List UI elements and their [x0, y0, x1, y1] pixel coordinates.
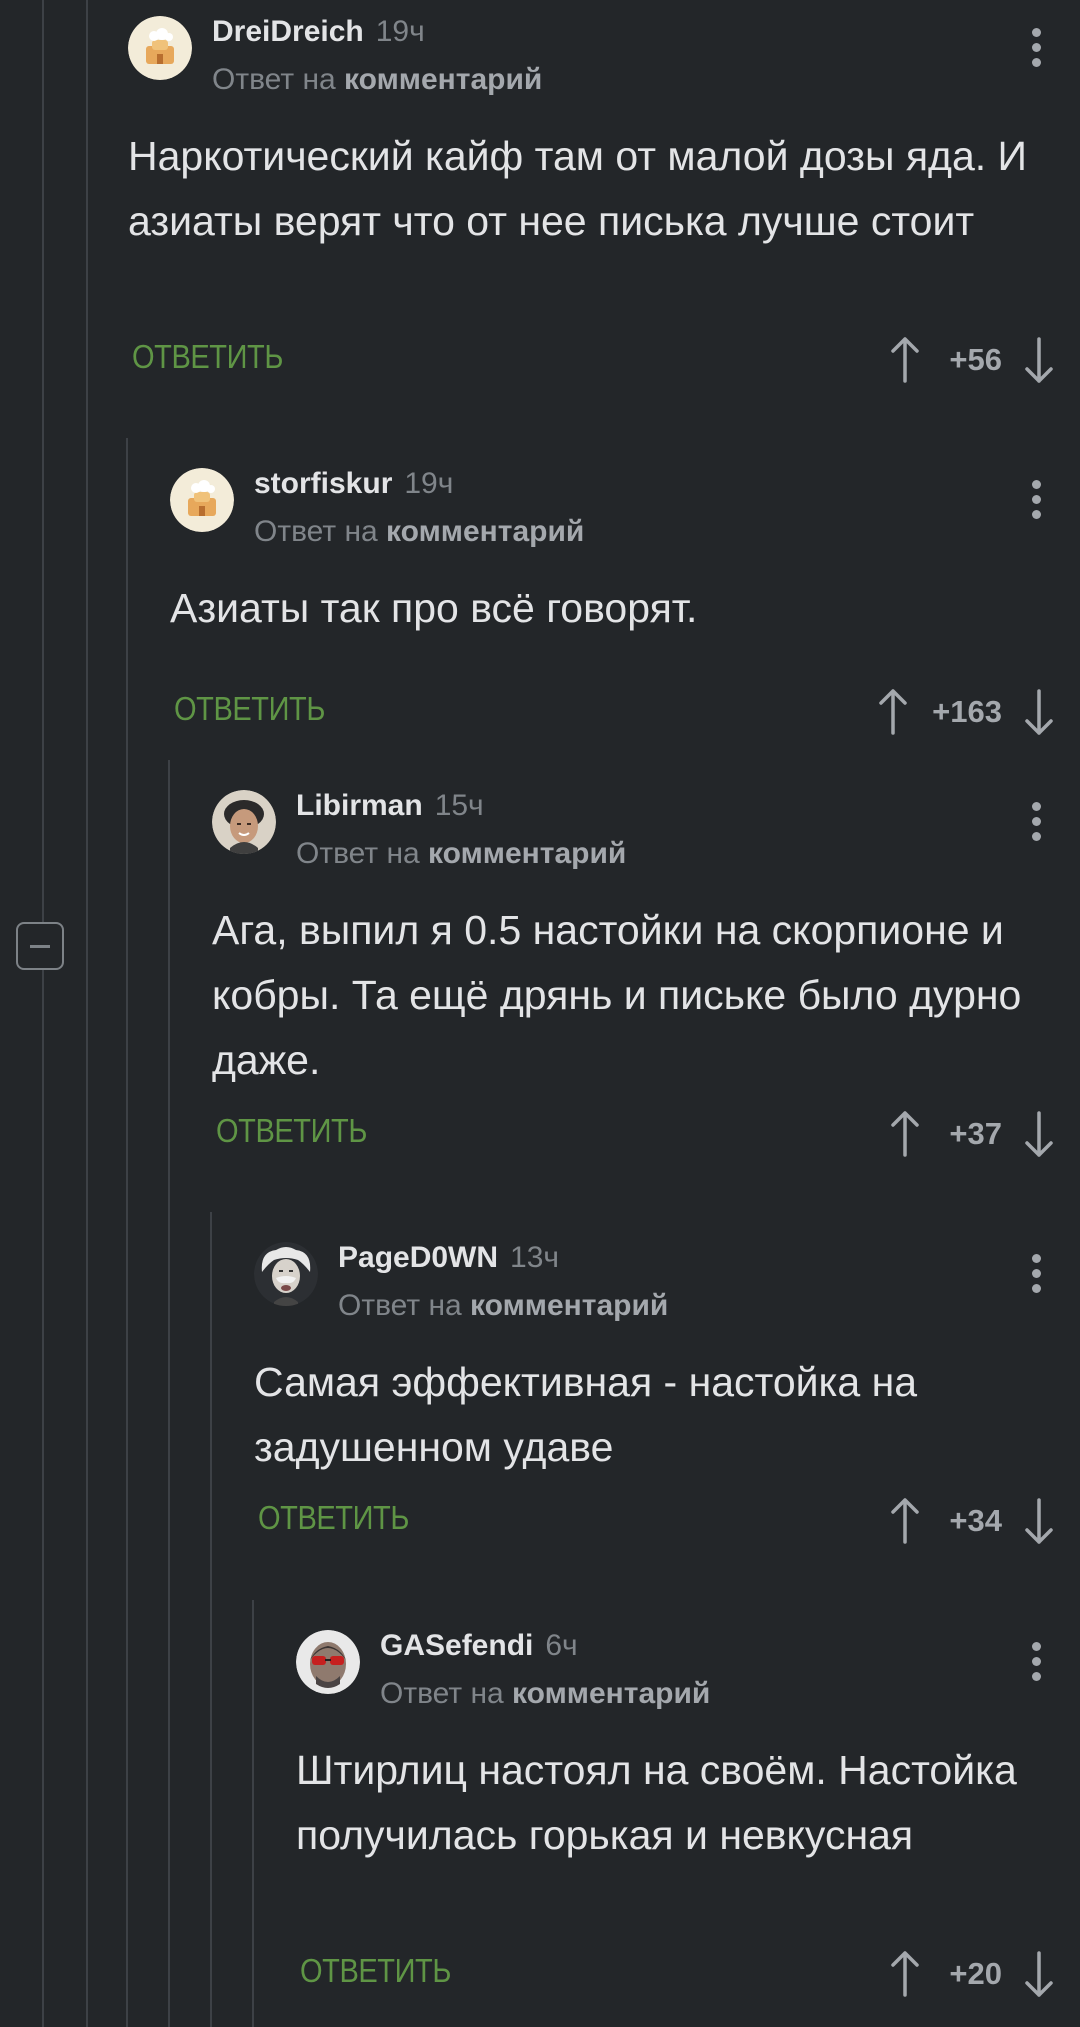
- comment-text: Ага, выпил я 0.5 настойки на скорпионе и…: [212, 907, 1022, 1083]
- reply-button[interactable]: ОТВЕТИТЬ: [300, 1952, 451, 1990]
- comment-time: 19ч: [404, 467, 454, 500]
- comment: PageD0WN 13ч Ответ на комментарий Самая э…: [254, 1226, 1080, 1586]
- downvote-icon[interactable]: [1022, 1949, 1056, 1999]
- reply-prefix: Ответ на: [338, 1289, 462, 1322]
- thread-line: [126, 438, 128, 2027]
- comment-time: 13ч: [510, 1241, 560, 1274]
- reply-to: Ответ на комментарий: [254, 514, 584, 550]
- downvote-icon[interactable]: [1022, 687, 1056, 737]
- more-options-icon[interactable]: [1032, 1254, 1042, 1294]
- reply-button[interactable]: ОТВЕТИТЬ: [216, 1112, 367, 1150]
- comment: storfiskur 19ч Ответ на комментарий Азиат…: [170, 452, 1080, 762]
- comment: DreiDreich 19ч Ответ на комментарий Нарко…: [128, 0, 1080, 420]
- rating-score: +56: [949, 342, 1002, 377]
- reply-to: Ответ на комментарий: [380, 1676, 710, 1712]
- reply-to: Ответ на комментарий: [296, 836, 626, 872]
- comment: Libirman 15ч Ответ на комментарий Ага, вы…: [212, 774, 1080, 1194]
- einstein-avatar[interactable]: [254, 1242, 318, 1306]
- rating-score: +37: [949, 1116, 1002, 1151]
- sunglasses-avatar[interactable]: [296, 1630, 360, 1694]
- comment-time: 19ч: [375, 15, 425, 48]
- reply-prefix: Ответ на: [296, 837, 420, 870]
- comment-actions: ОТВЕТИТЬ +20: [296, 1944, 1080, 2004]
- vote-controls: +56: [888, 330, 1056, 390]
- vote-controls: +20: [888, 1944, 1056, 2004]
- reply-prefix: Ответ на: [380, 1677, 504, 1710]
- comment-text: Азиаты так про всё говорят.: [170, 585, 698, 631]
- comment-actions: ОТВЕТИТЬ +37: [212, 1104, 1080, 1164]
- author-name[interactable]: DreiDreich: [212, 15, 364, 48]
- comment-time: 15ч: [434, 789, 484, 822]
- reply-to: Ответ на комментарий: [212, 62, 542, 98]
- rating-score: +34: [949, 1503, 1002, 1538]
- comment-header: PageD0WN 13ч: [338, 1240, 559, 1281]
- thread-line: [210, 1212, 212, 2027]
- comment-actions: ОТВЕТИТЬ +34: [254, 1491, 1080, 1551]
- more-options-icon[interactable]: [1032, 28, 1042, 68]
- user-photo-avatar[interactable]: [212, 790, 276, 854]
- more-options-icon[interactable]: [1032, 802, 1042, 842]
- reply-link[interactable]: комментарий: [344, 63, 542, 96]
- default-avatar-icon[interactable]: [128, 16, 192, 80]
- vote-controls: +163: [876, 682, 1056, 742]
- reply-button[interactable]: ОТВЕТИТЬ: [258, 1499, 409, 1537]
- default-avatar-icon[interactable]: [170, 468, 234, 532]
- vote-controls: +34: [888, 1491, 1056, 1551]
- thread-line: [168, 760, 170, 2027]
- collapse-thread-button[interactable]: [16, 922, 64, 970]
- comment-time: 6ч: [545, 1629, 578, 1662]
- reply-link[interactable]: комментарий: [428, 837, 626, 870]
- author-name[interactable]: PageD0WN: [338, 1241, 498, 1274]
- thread-line: [252, 1600, 254, 2027]
- rating-score: +163: [932, 694, 1002, 729]
- more-options-icon[interactable]: [1032, 480, 1042, 520]
- thread-line: [86, 0, 88, 2027]
- reply-prefix: Ответ на: [212, 63, 336, 96]
- reply-link[interactable]: комментарий: [470, 1289, 668, 1322]
- downvote-icon[interactable]: [1022, 335, 1056, 385]
- upvote-icon[interactable]: [888, 1949, 922, 1999]
- upvote-icon[interactable]: [888, 335, 922, 385]
- reply-prefix: Ответ на: [254, 515, 378, 548]
- rating-score: +20: [949, 1956, 1002, 1991]
- minus-icon: [30, 945, 50, 948]
- reply-button[interactable]: ОТВЕТИТЬ: [174, 690, 325, 728]
- reply-to: Ответ на комментарий: [338, 1288, 668, 1324]
- comment-header: GASefendi 6ч: [380, 1628, 578, 1669]
- comment-header: Libirman 15ч: [296, 788, 484, 829]
- upvote-icon[interactable]: [888, 1109, 922, 1159]
- author-name[interactable]: GASefendi: [380, 1629, 533, 1662]
- comment-text: Самая эффективная - настойка на задушенн…: [254, 1359, 918, 1470]
- vote-controls: +37: [888, 1104, 1056, 1164]
- comment-actions: ОТВЕТИТЬ +56: [128, 330, 1080, 390]
- downvote-icon[interactable]: [1022, 1496, 1056, 1546]
- comment-header: storfiskur 19ч: [254, 466, 453, 507]
- upvote-icon[interactable]: [888, 1496, 922, 1546]
- comment-header: DreiDreich 19ч: [212, 14, 425, 55]
- reply-button[interactable]: ОТВЕТИТЬ: [132, 338, 283, 376]
- author-name[interactable]: storfiskur: [254, 467, 392, 500]
- comment-text: Штирлиц настоял на своём. Настойка получ…: [296, 1747, 1017, 1858]
- reply-link[interactable]: комментарий: [386, 515, 584, 548]
- comment-text: Наркотический кайф там от малой дозы яда…: [128, 133, 1027, 244]
- upvote-icon[interactable]: [876, 687, 910, 737]
- thread-line: [42, 0, 44, 2027]
- comment-actions: ОТВЕТИТЬ +163: [170, 682, 1080, 742]
- reply-link[interactable]: комментарий: [512, 1677, 710, 1710]
- downvote-icon[interactable]: [1022, 1109, 1056, 1159]
- author-name[interactable]: Libirman: [296, 789, 423, 822]
- comment: GASefendi 6ч Ответ на комментарий Штирлиц…: [296, 1614, 1080, 2024]
- more-options-icon[interactable]: [1032, 1642, 1042, 1682]
